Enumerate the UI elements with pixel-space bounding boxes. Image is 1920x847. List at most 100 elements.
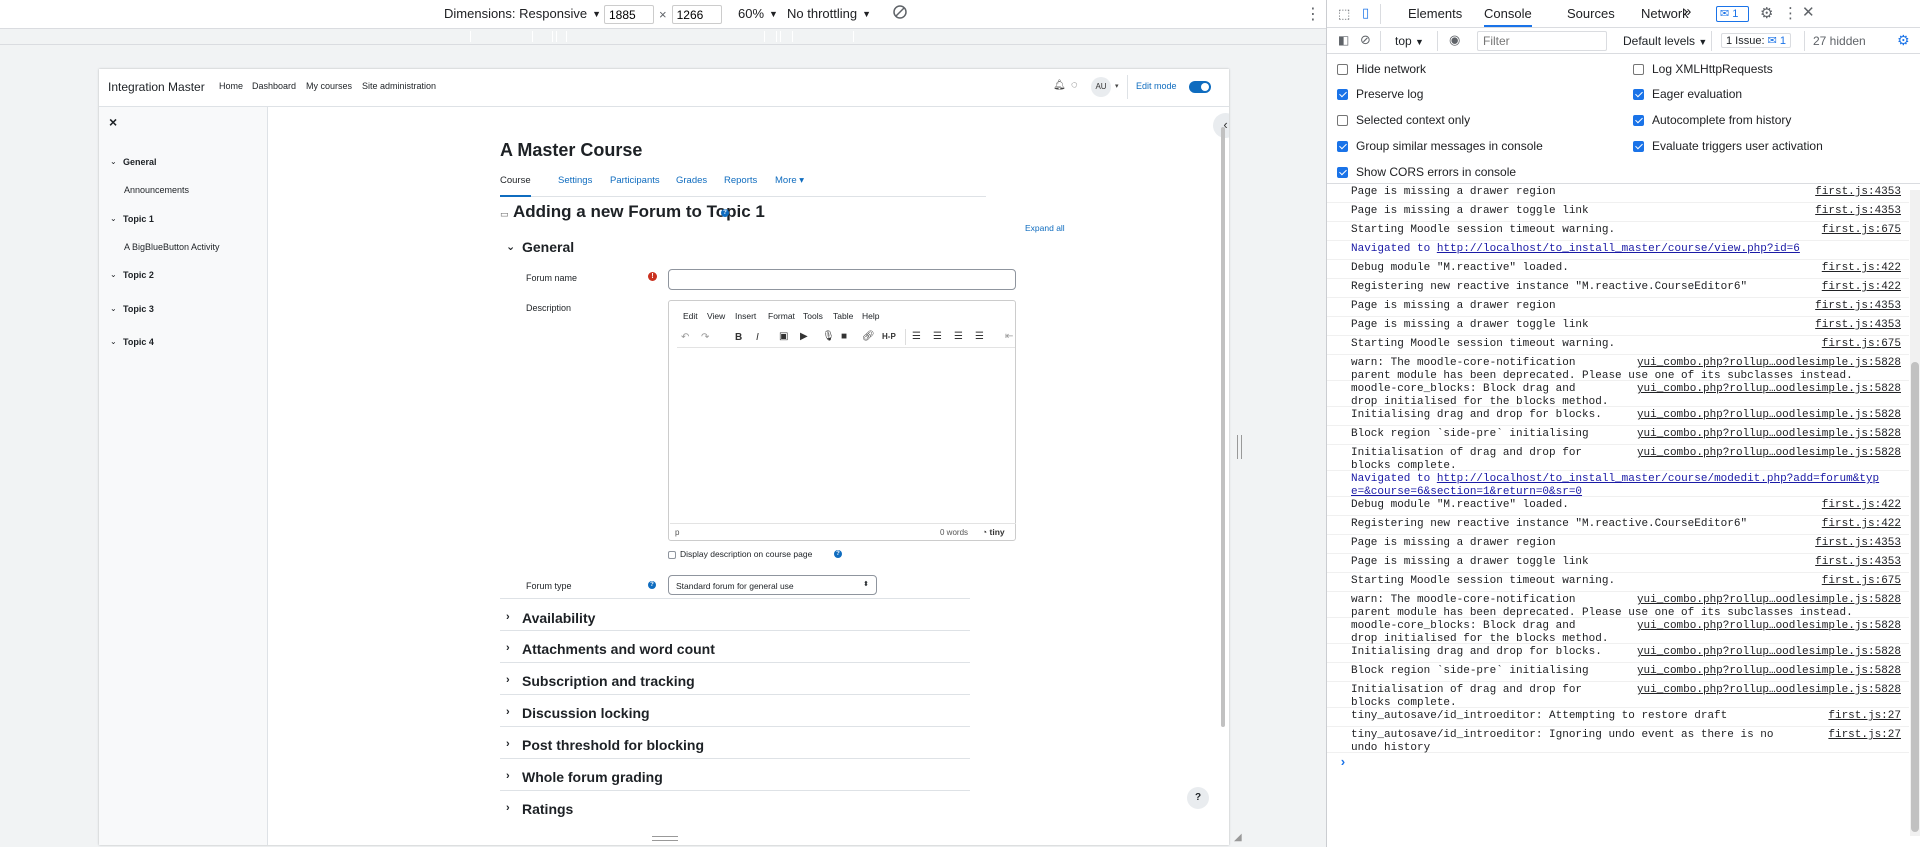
help-footer-button[interactable]: ? bbox=[1187, 787, 1209, 809]
media-icon[interactable]: ▶ bbox=[800, 331, 808, 342]
width-input[interactable] bbox=[604, 5, 654, 24]
source-link[interactable]: first.js:4353 bbox=[1815, 300, 1901, 313]
tab-console[interactable]: Console bbox=[1484, 6, 1532, 27]
source-link[interactable]: first.js:675 bbox=[1822, 338, 1901, 351]
source-link[interactable]: first.js:4353 bbox=[1815, 186, 1901, 199]
align-center-icon[interactable]: ☰ bbox=[933, 331, 942, 342]
preserve-log-checkbox[interactable]: Preserve log bbox=[1337, 87, 1423, 101]
nav-my-courses[interactable]: My courses bbox=[306, 81, 352, 91]
align-left-icon[interactable]: ☰ bbox=[912, 331, 921, 342]
source-link[interactable]: first.js:675 bbox=[1822, 224, 1901, 237]
source-link[interactable]: first.js:4353 bbox=[1815, 556, 1901, 569]
source-link[interactable]: first.js:4353 bbox=[1815, 205, 1901, 218]
edit-mode-toggle[interactable] bbox=[1189, 81, 1211, 93]
evaluate-triggers-checkbox[interactable]: Evaluate triggers user activation bbox=[1633, 139, 1823, 153]
forum-name-input[interactable] bbox=[668, 269, 1016, 290]
media-query-ruler[interactable] bbox=[0, 29, 1326, 45]
navigation-link[interactable]: http://localhost/to_install_master/cours… bbox=[1351, 473, 1879, 498]
inspect-icon[interactable]: ⬚ bbox=[1338, 6, 1350, 22]
selected-context-checkbox[interactable]: Selected context only bbox=[1337, 113, 1470, 127]
autocomplete-checkbox[interactable]: Autocomplete from history bbox=[1633, 113, 1791, 127]
console-scrollbar[interactable] bbox=[1910, 190, 1920, 836]
tab-participants[interactable]: Participants bbox=[610, 175, 660, 186]
source-link[interactable]: first.js:4353 bbox=[1815, 319, 1901, 332]
section-whole-forum-grading[interactable]: Whole forum grading bbox=[522, 769, 663, 785]
levels-select[interactable]: Default levels ▼ bbox=[1623, 34, 1707, 48]
display-description-checkbox[interactable] bbox=[668, 551, 676, 559]
h5p-icon[interactable]: H-P bbox=[882, 332, 896, 341]
editor-menu-tools[interactable]: Tools bbox=[803, 311, 823, 321]
nav-home[interactable]: Home bbox=[219, 81, 243, 91]
navigation-link[interactable]: http://localhost/to_install_master/cours… bbox=[1437, 243, 1800, 255]
link-icon[interactable]: 🔗︎ bbox=[862, 331, 875, 342]
source-link[interactable]: yui_combo.php?rollup…oodlesimple.js:5828 bbox=[1637, 357, 1901, 370]
section-discussion-locking[interactable]: Discussion locking bbox=[522, 705, 650, 721]
video-icon[interactable]: ■ bbox=[841, 331, 847, 342]
element-path[interactable]: p bbox=[675, 528, 679, 537]
source-link[interactable]: yui_combo.php?rollup…oodlesimple.js:5828 bbox=[1637, 383, 1901, 396]
chevron-down-icon[interactable]: ⌄ bbox=[110, 214, 117, 223]
source-link[interactable]: yui_combo.php?rollup…oodlesimple.js:5828 bbox=[1637, 409, 1901, 422]
bold-icon[interactable]: B bbox=[735, 332, 742, 343]
redo-icon[interactable]: ↷ bbox=[701, 332, 709, 343]
help-icon[interactable]: ? bbox=[721, 209, 729, 217]
page-scrollbar[interactable] bbox=[1221, 127, 1225, 727]
align-right-icon[interactable]: ☰ bbox=[954, 331, 963, 342]
source-link[interactable]: first.js:4353 bbox=[1815, 537, 1901, 550]
device-toggle-icon[interactable]: ▯ bbox=[1362, 5, 1369, 21]
drawer-activity-bigbluebutton[interactable]: A BigBlueButton Activity bbox=[124, 242, 220, 252]
hide-network-checkbox[interactable]: Hide network bbox=[1337, 62, 1426, 76]
expand-all-link[interactable]: Expand all bbox=[1025, 223, 1065, 233]
drawer-section-topic-2[interactable]: Topic 2 bbox=[123, 270, 154, 280]
chevron-right-icon[interactable]: › bbox=[506, 642, 510, 654]
nav-site-administration[interactable]: Site administration bbox=[362, 81, 436, 91]
more-tabs-icon[interactable]: » bbox=[1683, 3, 1691, 20]
source-link[interactable]: first.js:27 bbox=[1828, 710, 1901, 723]
help-icon[interactable]: ? bbox=[834, 550, 842, 558]
height-input[interactable] bbox=[671, 5, 722, 24]
editor-menu-table[interactable]: Table bbox=[833, 311, 853, 321]
chevron-down-icon[interactable]: ⌄ bbox=[110, 157, 117, 166]
indent-icon[interactable]: ⇤ bbox=[1005, 331, 1013, 342]
tab-grades[interactable]: Grades bbox=[676, 175, 707, 186]
bell-icon[interactable]: 🔔︎ bbox=[1053, 80, 1066, 91]
more-options-icon[interactable]: ⋮ bbox=[1783, 4, 1798, 22]
tab-reports[interactable]: Reports bbox=[724, 175, 757, 186]
eye-icon[interactable]: ◉ bbox=[1449, 32, 1460, 48]
scrollbar-thumb[interactable] bbox=[1911, 362, 1919, 832]
tab-more[interactable]: More ▾ bbox=[775, 175, 804, 186]
chevron-right-icon[interactable]: › bbox=[506, 611, 510, 623]
sidebar-toggle-icon[interactable]: ◧ bbox=[1338, 33, 1349, 47]
group-similar-checkbox[interactable]: Group similar messages in console bbox=[1337, 139, 1543, 153]
console-settings-icon[interactable]: ⚙ bbox=[1897, 32, 1910, 49]
image-icon[interactable]: ▣ bbox=[779, 331, 788, 342]
editor-menu-format[interactable]: Format bbox=[768, 311, 795, 321]
editor-menu-edit[interactable]: Edit bbox=[683, 311, 698, 321]
dimensions-dropdown[interactable]: Dimensions: Responsive ▼ bbox=[444, 6, 601, 21]
source-link[interactable]: yui_combo.php?rollup…oodlesimple.js:5828 bbox=[1637, 594, 1901, 607]
filter-input[interactable] bbox=[1477, 31, 1607, 51]
close-drawer-icon[interactable]: × bbox=[109, 114, 117, 130]
show-cors-checkbox[interactable]: Show CORS errors in console bbox=[1337, 165, 1516, 179]
zoom-dropdown[interactable]: 60% ▼ bbox=[738, 6, 778, 21]
source-link[interactable]: first.js:675 bbox=[1822, 575, 1901, 588]
drawer-section-general[interactable]: General bbox=[123, 157, 157, 167]
tiny-logo[interactable]: ◔ tiny bbox=[982, 527, 1005, 537]
undo-icon[interactable]: ↶ bbox=[681, 332, 689, 343]
description-editor[interactable]: Edit View Insert Format Tools Table Help… bbox=[668, 300, 1016, 541]
rotate-icon[interactable] bbox=[892, 4, 908, 20]
tab-elements[interactable]: Elements bbox=[1408, 6, 1462, 21]
drawer-activity-announcements[interactable]: Announcements bbox=[124, 185, 189, 195]
source-link[interactable]: first.js:422 bbox=[1822, 262, 1901, 275]
chevron-down-icon[interactable]: ⌄ bbox=[110, 270, 117, 279]
drawer-section-topic-4[interactable]: Topic 4 bbox=[123, 337, 154, 347]
justify-icon[interactable]: ☰ bbox=[975, 331, 984, 342]
source-link[interactable]: yui_combo.php?rollup…oodlesimple.js:5828 bbox=[1637, 620, 1901, 633]
chevron-right-icon[interactable]: › bbox=[506, 738, 510, 750]
tab-course[interactable]: Course bbox=[500, 175, 531, 197]
section-ratings[interactable]: Ratings bbox=[522, 801, 573, 817]
chevron-down-icon[interactable]: ▾ bbox=[1115, 82, 1119, 90]
source-link[interactable]: yui_combo.php?rollup…oodlesimple.js:5828 bbox=[1637, 646, 1901, 659]
forum-type-select[interactable]: Standard forum for general use ⬍ bbox=[668, 575, 877, 595]
context-select[interactable]: top ▼ bbox=[1395, 34, 1424, 48]
